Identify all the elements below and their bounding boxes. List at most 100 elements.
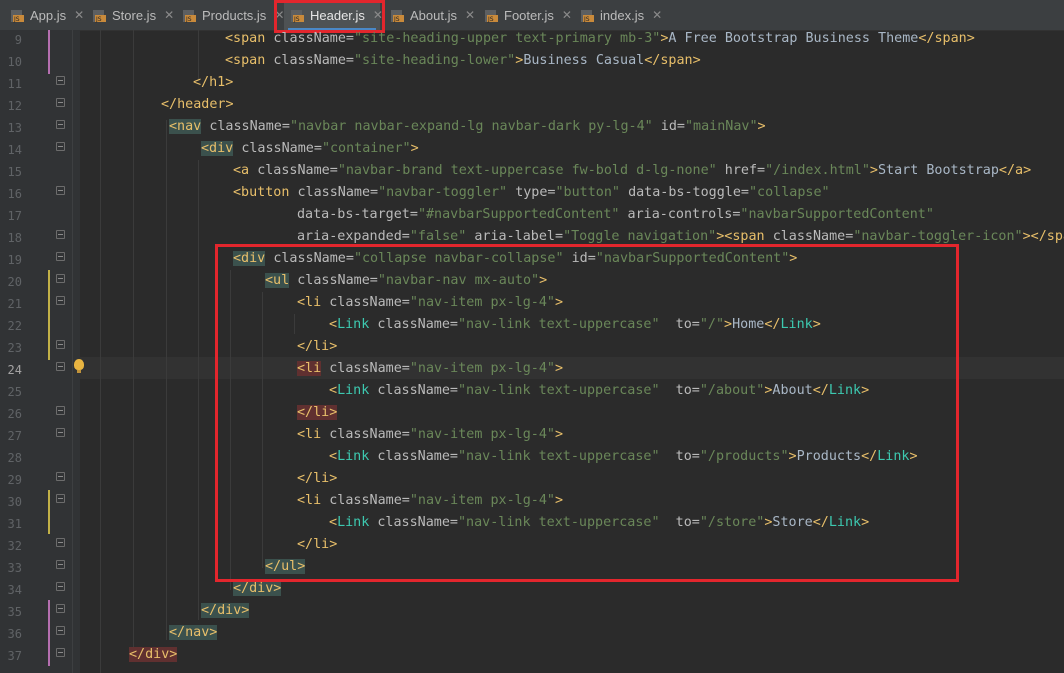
line-number: 17	[7, 209, 22, 223]
line-number: 14	[7, 143, 22, 157]
js-file-icon: JS	[580, 8, 595, 23]
line-number: 21	[7, 297, 22, 311]
svg-text:JS: JS	[487, 16, 494, 23]
line-number: 33	[7, 561, 22, 575]
code-line[interactable]: data-bs-target="#navbarSupportedContent"…	[297, 204, 934, 226]
indent-guide	[166, 120, 167, 640]
js-file-icon: JS	[182, 8, 197, 23]
fold-icon[interactable]	[56, 626, 65, 635]
fold-icon[interactable]	[56, 340, 65, 349]
js-file-icon: JS	[92, 8, 107, 23]
line-number: 26	[7, 407, 22, 421]
tab-label: Products.js	[202, 7, 267, 23]
line-number: 9	[14, 33, 22, 47]
line-number-current: 24	[7, 363, 22, 377]
close-icon[interactable]: ✕	[562, 8, 572, 22]
fold-icon[interactable]	[56, 648, 65, 657]
line-number: 34	[7, 583, 22, 597]
fold-icon[interactable]	[56, 494, 65, 503]
code-line[interactable]: </h1>	[193, 72, 233, 94]
code-line[interactable]: <nav className="navbar navbar-expand-lg …	[169, 116, 766, 138]
tab-label: index.js	[600, 7, 645, 23]
fold-icon[interactable]	[56, 362, 65, 371]
code-line[interactable]: </nav>	[169, 622, 218, 644]
fold-icon[interactable]	[56, 472, 65, 481]
indent-guide	[133, 30, 134, 650]
fold-icon[interactable]	[56, 560, 65, 569]
svg-text:JS: JS	[13, 16, 20, 23]
tab-label: Store.js	[112, 7, 157, 23]
svg-text:JS: JS	[583, 16, 590, 23]
line-number: 29	[7, 473, 22, 487]
line-number: 13	[7, 121, 22, 135]
fold-icon[interactable]	[56, 142, 65, 151]
code-line[interactable]: </div>	[129, 644, 178, 666]
js-file-icon: JS	[484, 8, 499, 23]
tab-products-js[interactable]: JS Products.js ✕	[176, 0, 284, 30]
code-line[interactable]: </div>	[201, 600, 250, 622]
line-number: 15	[7, 165, 22, 179]
line-number: 10	[7, 55, 22, 69]
fold-icon[interactable]	[56, 604, 65, 613]
line-number: 25	[7, 385, 22, 399]
line-number: 18	[7, 231, 22, 245]
tab-app-js[interactable]: JS App.js ✕	[4, 0, 86, 30]
line-number: 20	[7, 275, 22, 289]
gutter-divider	[72, 30, 73, 673]
tab-index-js[interactable]: JS index.js ✕	[574, 0, 662, 30]
line-number: 27	[7, 429, 22, 443]
fold-icon[interactable]	[56, 186, 65, 195]
line-number: 31	[7, 517, 22, 531]
line-number: 11	[7, 77, 22, 91]
vcs-change-marker[interactable]	[48, 270, 50, 360]
vcs-change-marker[interactable]	[48, 30, 50, 74]
fold-icon[interactable]	[56, 538, 65, 547]
editor-tab-bar: JS App.js ✕ JS Store.js ✕ JS Products.js…	[0, 0, 1064, 31]
line-number: 37	[7, 649, 22, 663]
code-line[interactable]: <span className="site-heading-upper text…	[225, 28, 975, 50]
svg-text:JS: JS	[185, 16, 192, 23]
tab-about-js[interactable]: JS About.js ✕	[384, 0, 475, 30]
fold-icon[interactable]	[56, 582, 65, 591]
code-line[interactable]: <div className="container">	[201, 138, 419, 160]
code-line[interactable]: <button className="navbar-toggler" type=…	[233, 182, 830, 204]
fold-icon[interactable]	[56, 98, 65, 107]
close-icon[interactable]: ✕	[465, 8, 475, 22]
close-icon[interactable]: ✕	[164, 8, 174, 22]
vcs-change-marker[interactable]	[48, 600, 50, 666]
tab-label: App.js	[30, 7, 67, 23]
close-icon[interactable]: ✕	[74, 8, 84, 22]
tab-label: About.js	[410, 7, 457, 23]
lightbulb-icon[interactable]	[74, 359, 84, 373]
fold-icon[interactable]	[56, 428, 65, 437]
code-line[interactable]: </header>	[161, 94, 234, 116]
tab-label: Footer.js	[504, 7, 554, 23]
fold-icon[interactable]	[56, 230, 65, 239]
js-file-icon: JS	[390, 8, 405, 23]
indent-guide	[100, 30, 101, 673]
fold-icon[interactable]	[56, 274, 65, 283]
svg-text:JS: JS	[393, 16, 400, 23]
tab-footer-js[interactable]: JS Footer.js ✕	[478, 0, 572, 30]
highlight-box-code	[215, 244, 959, 582]
js-file-icon: JS	[10, 8, 25, 23]
fold-icon[interactable]	[56, 252, 65, 261]
code-line[interactable]: <a className="navbar-brand text-uppercas…	[233, 160, 1031, 182]
line-number: 36	[7, 627, 22, 641]
line-number: 30	[7, 495, 22, 509]
fold-icon[interactable]	[56, 76, 65, 85]
fold-icon[interactable]	[56, 120, 65, 129]
vcs-change-marker[interactable]	[48, 490, 50, 534]
svg-text:JS: JS	[95, 16, 102, 23]
line-number: 12	[7, 99, 22, 113]
fold-icon[interactable]	[56, 406, 65, 415]
fold-icon[interactable]	[56, 296, 65, 305]
line-number: 23	[7, 341, 22, 355]
line-number: 32	[7, 539, 22, 553]
tab-store-js[interactable]: JS Store.js ✕	[86, 0, 174, 30]
line-number: 35	[7, 605, 22, 619]
code-line[interactable]: <span className="site-heading-lower">Bus…	[225, 50, 701, 72]
line-number: 22	[7, 319, 22, 333]
indent-guide	[198, 160, 199, 620]
close-icon[interactable]: ✕	[652, 8, 662, 22]
